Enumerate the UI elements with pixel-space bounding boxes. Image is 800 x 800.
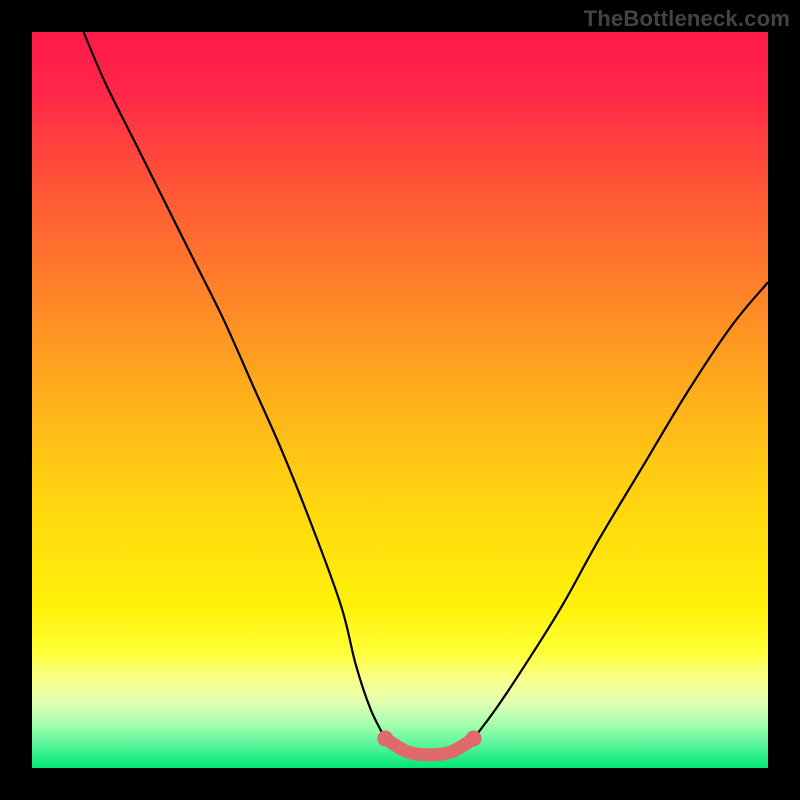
plot-area [32,32,768,768]
curve-left-branch [84,32,386,739]
chart-curves [32,32,768,768]
watermark-text: TheBottleneck.com [584,6,790,32]
valley-endpoint [466,731,482,747]
curve-right-branch [474,282,768,738]
curve-valley-floor [385,739,473,755]
valley-endpoint [377,731,393,747]
chart-frame: TheBottleneck.com [0,0,800,800]
